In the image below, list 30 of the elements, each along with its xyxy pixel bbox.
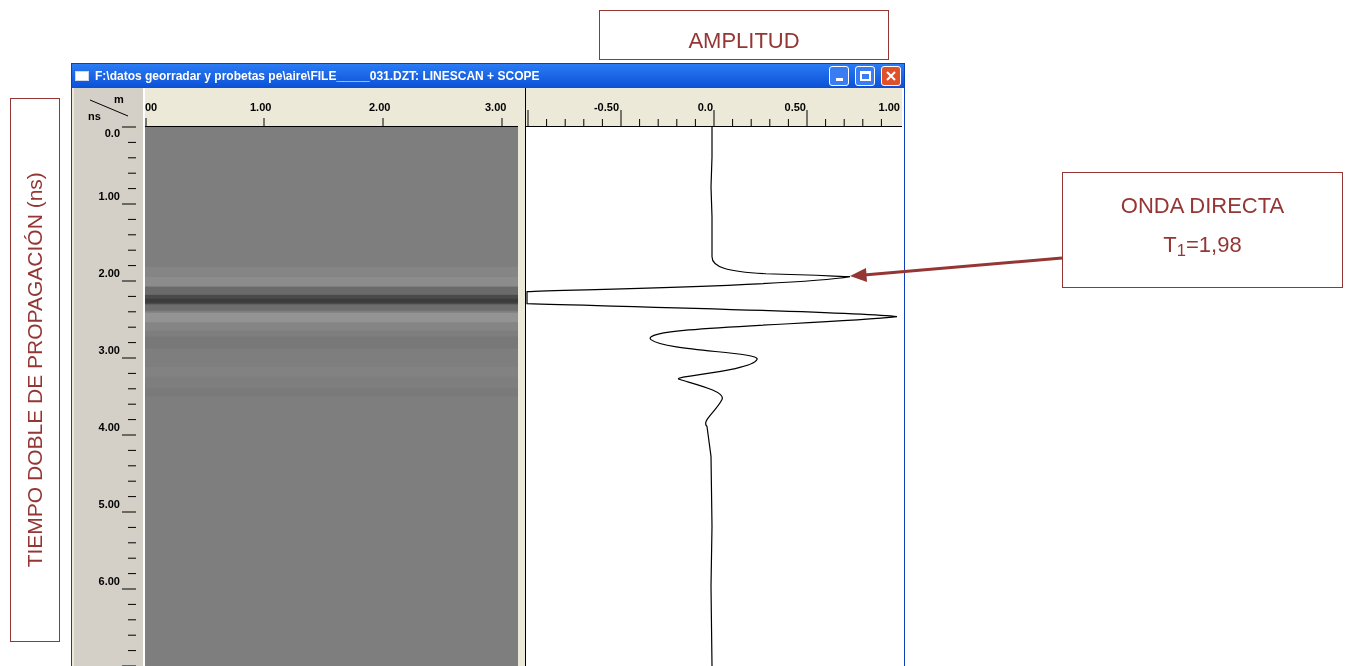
- distance-tick-label: 00: [145, 102, 158, 113]
- maximize-button[interactable]: [855, 66, 875, 86]
- minimize-icon: [835, 78, 843, 81]
- time-tick-label: 6.00: [98, 576, 120, 587]
- distance-tick-label: 2.00: [369, 102, 391, 113]
- amplitude-tick-label: 1.00: [878, 102, 900, 113]
- time-tick-label: 5.00: [98, 499, 120, 510]
- close-button[interactable]: [881, 66, 901, 86]
- time-tick-label: 0.0: [104, 128, 120, 139]
- window-title: F:\datos georradar y probetas pe\aire\FILE_____031.DZT: LINESCAN + SCOPE: [95, 68, 541, 85]
- window-icon: [75, 71, 89, 81]
- time-tick-label: 1.00: [98, 191, 120, 202]
- amplitude-tick-label: 0.0: [697, 102, 713, 113]
- time-axis-label: TIEMPO DOBLE DE PROPAGACIÓN (ns): [22, 172, 48, 568]
- callout-title: ONDA DIRECTA: [1120, 192, 1285, 220]
- amplitude-tick-label: -0.50: [593, 102, 619, 113]
- minimize-button[interactable]: [829, 66, 849, 86]
- time-tick-label: 3.00: [98, 345, 120, 356]
- distance-tick-label: 3.00: [485, 102, 507, 113]
- time-unit: ns: [88, 109, 101, 124]
- distance-tick-label: 1.00: [250, 102, 272, 113]
- splitter-bar[interactable]: [518, 88, 526, 666]
- time-tick-label: 4.00: [98, 422, 120, 433]
- distance-unit: m: [114, 92, 124, 107]
- callout-value: T$_{1}$=1,98: [1163, 231, 1242, 261]
- close-icon: [886, 71, 896, 81]
- time-tick-label: 2.00: [98, 268, 120, 279]
- amplitude-tick-label: 0.50: [784, 102, 806, 113]
- maximize-icon: [859, 71, 871, 81]
- amplitude-label: AMPLITUD: [599, 10, 889, 60]
